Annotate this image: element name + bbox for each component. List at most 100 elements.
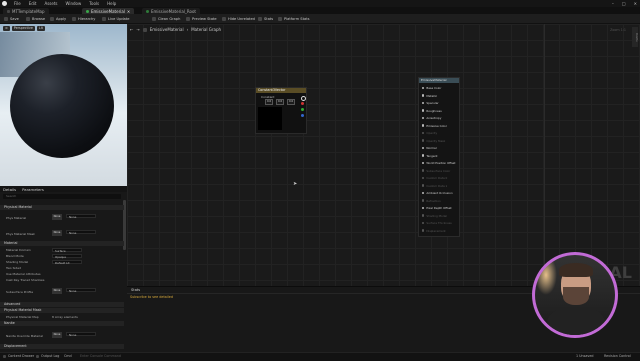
phys-material-mask-thumb[interactable]: None — [52, 230, 62, 236]
forward-arrow-icon[interactable]: → — [136, 27, 139, 32]
material-output-node[interactable]: EmissiveMaterial Base Color Metallic Spe… — [418, 77, 460, 237]
preview-state-icon — [186, 16, 190, 21]
pin-label: Base Color — [426, 86, 442, 90]
tab-parameters[interactable]: Parameters — [22, 187, 44, 192]
pin-label: Specular — [426, 101, 439, 105]
apply-button[interactable]: Apply — [50, 16, 66, 21]
pin-subsurface-color: Subsurface Color — [422, 169, 450, 173]
platform-stats-button[interactable]: Platform Stats — [278, 16, 309, 21]
minimize-icon[interactable]: – — [612, 1, 614, 6]
pin-label: Opacity Mask — [426, 138, 446, 143]
pin-anisotropy[interactable]: Anisotropy — [422, 116, 441, 120]
constant-g-field[interactable]: 0.0 — [276, 99, 285, 105]
constant3vector-node[interactable]: Constant3Vector Constant 0.0 0.0 0.0 — [255, 87, 307, 134]
pin-specular[interactable]: Specular — [422, 101, 439, 105]
cmd-button[interactable]: Cmd — [64, 354, 72, 358]
unreal-logo-icon[interactable] — [2, 1, 7, 6]
preview-viewport[interactable]: ≡ Perspective Lit — [0, 24, 127, 186]
pin-label: Opacity — [426, 131, 438, 135]
maximize-icon[interactable]: □ — [622, 1, 626, 6]
pin-opacity-mask: Opacity Mask — [422, 139, 445, 143]
console-command-input[interactable]: Enter Console Command — [80, 354, 121, 358]
breadcrumb: ← → EmissiveMaterial › Material Graph — [130, 27, 221, 32]
pin-circle-icon — [422, 131, 425, 135]
output-pin-rgb[interactable] — [301, 96, 306, 101]
menu-file[interactable]: File — [14, 1, 21, 6]
tab-close-icon[interactable]: ✕ — [127, 9, 130, 14]
phys-material-dropdown[interactable]: None — [66, 214, 96, 219]
pin-normal[interactable]: Normal — [422, 146, 437, 150]
preview-state-label: Preview State — [192, 16, 217, 21]
pin-metallic[interactable]: Metallic — [422, 94, 437, 98]
pin-circle-icon — [422, 184, 425, 187]
breadcrumb-child[interactable]: Material Graph — [191, 27, 221, 32]
menu-edit[interactable]: Edit — [29, 1, 37, 6]
material-instance-icon — [146, 9, 149, 13]
menu-tools[interactable]: Tools — [89, 1, 99, 6]
color-swatch[interactable] — [258, 107, 282, 130]
pin-roughness[interactable]: Roughness — [422, 109, 442, 113]
pin-custom-data-0: Custom Data 0 — [422, 176, 447, 180]
pin-ambient-occlusion[interactable]: Ambient Occlusion — [422, 191, 453, 195]
live-update-button[interactable]: Live Update — [102, 16, 130, 21]
nanite-override-thumb[interactable]: None — [52, 332, 62, 338]
section-physical-material-mask[interactable]: Physical Material Mask — [0, 308, 124, 313]
section-advanced[interactable]: Advanced — [0, 302, 124, 307]
close-icon[interactable]: ✕ — [634, 1, 637, 6]
revision-control-button[interactable]: Revision Control — [604, 354, 631, 358]
menu-window[interactable]: Window — [65, 1, 81, 6]
stats-button[interactable]: Stats — [258, 16, 273, 21]
section-nanite[interactable]: Nanite — [0, 321, 124, 326]
output-pin-g[interactable] — [301, 108, 304, 111]
preview-state-button[interactable]: Preview State — [186, 16, 217, 21]
menu-assets[interactable]: Assets — [44, 1, 57, 6]
tab-emissive-material-label: EmissiveMaterial — [91, 8, 125, 14]
back-arrow-icon[interactable]: ← — [130, 27, 133, 32]
shading-model-dropdown[interactable]: Default Lit — [52, 260, 82, 265]
palette-tab[interactable]: Palette — [632, 27, 638, 47]
viewport-toolbar: ≡ Perspective Lit — [3, 26, 45, 31]
subsurface-profile-dropdown[interactable]: None — [66, 288, 96, 293]
section-physical-material[interactable]: Physical Material — [0, 205, 124, 210]
content-drawer-icon — [3, 354, 6, 358]
details-search-input[interactable]: Search — [3, 194, 121, 199]
blend-mode-dropdown[interactable]: Opaque — [52, 254, 82, 259]
material-domain-dropdown[interactable]: Surface — [52, 248, 82, 253]
window-controls: – □ ✕ — [612, 1, 637, 6]
tab-details[interactable]: Details — [3, 187, 16, 192]
menu-help[interactable]: Help — [107, 1, 116, 6]
browse-button[interactable]: Browse — [26, 16, 45, 21]
output-pin-r[interactable] — [301, 102, 304, 105]
pin-pixel-depth-offset[interactable]: Pixel Depth Offset — [422, 206, 452, 210]
nanite-override-dropdown[interactable]: None — [66, 332, 96, 337]
pin-label: Metallic — [426, 93, 438, 98]
output-pin-b[interactable] — [301, 114, 304, 117]
section-material[interactable]: Material — [0, 241, 124, 246]
constant-r-field[interactable]: 0.0 — [265, 99, 274, 105]
section-displacement[interactable]: Displacement — [0, 344, 124, 349]
constant-b-field[interactable]: 0.0 — [287, 99, 296, 105]
unsaved-indicator[interactable]: 1 Unsaved — [576, 354, 593, 358]
content-drawer-button[interactable]: Content Drawer — [3, 354, 34, 358]
lit-button[interactable]: Lit — [36, 26, 45, 31]
material-graph-canvas[interactable]: ← → EmissiveMaterial › Material Graph Zo… — [127, 24, 640, 286]
clean-graph-button[interactable]: Clean Graph — [152, 16, 180, 21]
pin-label: Shading Model — [426, 213, 448, 218]
pin-emissive-color[interactable]: Emissive Color — [422, 124, 447, 128]
subsurface-profile-thumb[interactable]: None — [52, 288, 62, 294]
perspective-button[interactable]: Perspective — [11, 26, 35, 31]
viewport-options-button[interactable]: ≡ — [3, 26, 10, 31]
hierarchy-button[interactable]: Hierarchy — [72, 16, 95, 21]
save-button[interactable]: Save — [4, 16, 19, 21]
breadcrumb-root[interactable]: EmissiveMaterial — [150, 27, 184, 32]
phys-material-thumb[interactable]: None — [52, 214, 62, 220]
output-log-button[interactable]: Output Log — [36, 354, 59, 358]
pin-base-color[interactable]: Base Color — [422, 86, 441, 90]
hide-unrelated-button[interactable]: Hide Unrelated — [222, 16, 255, 21]
pin-label: Custom Data 0 — [426, 176, 448, 180]
pin-tangent[interactable]: Tangent — [422, 154, 438, 158]
pin-circle-icon — [422, 101, 425, 105]
stats-tab[interactable]: Stats — [131, 288, 140, 292]
phys-material-mask-dropdown[interactable]: None — [66, 230, 96, 235]
pin-world-position-offset[interactable]: World Position Offset — [422, 161, 455, 165]
